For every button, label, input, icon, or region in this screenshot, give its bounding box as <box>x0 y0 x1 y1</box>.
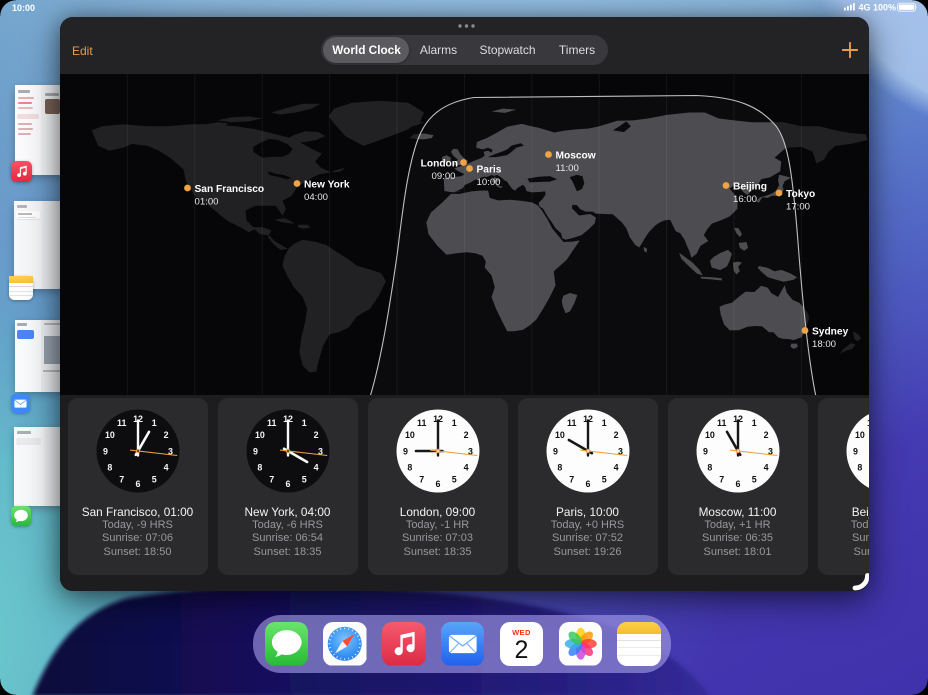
svg-text:4: 4 <box>463 463 468 473</box>
svg-text:8: 8 <box>107 463 112 473</box>
svg-text:8: 8 <box>257 463 262 473</box>
svg-text:10:00: 10:00 <box>477 177 501 188</box>
svg-text:8: 8 <box>857 463 862 473</box>
svg-text:4: 4 <box>163 463 168 473</box>
svg-text:10: 10 <box>404 430 414 440</box>
svg-text:5: 5 <box>451 474 456 484</box>
svg-text:4: 4 <box>313 463 318 473</box>
svg-text:1: 1 <box>601 418 606 428</box>
svg-text:16:00: 16:00 <box>733 194 757 205</box>
svg-text:11: 11 <box>417 418 426 428</box>
svg-text:5: 5 <box>601 474 606 484</box>
svg-text:Beijing: Beijing <box>733 182 767 193</box>
svg-text:9: 9 <box>253 446 258 456</box>
svg-text:11: 11 <box>717 418 726 428</box>
svg-text:18:00: 18:00 <box>812 339 836 350</box>
svg-text:10: 10 <box>704 430 714 440</box>
svg-text:1: 1 <box>751 418 756 428</box>
svg-text:6: 6 <box>285 479 290 489</box>
svg-text:9: 9 <box>103 446 108 456</box>
svg-text:5: 5 <box>301 474 306 484</box>
svg-text:10: 10 <box>854 430 864 440</box>
svg-text:Sydney: Sydney <box>812 327 849 338</box>
svg-text:London: London <box>421 159 458 170</box>
svg-text:100%: 100% <box>873 3 896 13</box>
svg-text:04:00: 04:00 <box>304 192 328 203</box>
svg-text:7: 7 <box>269 474 274 484</box>
svg-text:11: 11 <box>567 418 576 428</box>
svg-text:2: 2 <box>613 430 618 440</box>
svg-text:5: 5 <box>151 474 156 484</box>
svg-text:09:00: 09:00 <box>432 171 456 182</box>
svg-text:4: 4 <box>613 463 618 473</box>
svg-text:San Francisco: San Francisco <box>195 184 265 195</box>
svg-text:11: 11 <box>117 418 126 428</box>
svg-text:Moscow: Moscow <box>556 151 596 162</box>
svg-text:01:00: 01:00 <box>195 197 219 208</box>
svg-text:9: 9 <box>853 446 858 456</box>
svg-text:11:00: 11:00 <box>556 163 579 174</box>
svg-text:17:00: 17:00 <box>786 202 810 213</box>
svg-text:5: 5 <box>751 474 756 484</box>
svg-text:10: 10 <box>254 430 264 440</box>
svg-text:11: 11 <box>867 418 869 428</box>
svg-text:6: 6 <box>585 479 590 489</box>
svg-text:2: 2 <box>163 430 168 440</box>
svg-text:7: 7 <box>419 474 424 484</box>
svg-text:6: 6 <box>435 479 440 489</box>
svg-text:8: 8 <box>407 463 412 473</box>
svg-text:1: 1 <box>301 418 306 428</box>
svg-text:10: 10 <box>104 430 114 440</box>
svg-text:1: 1 <box>151 418 156 428</box>
svg-text:8: 8 <box>707 463 712 473</box>
svg-text:4: 4 <box>763 463 768 473</box>
svg-text:6: 6 <box>135 479 140 489</box>
svg-text:8: 8 <box>557 463 562 473</box>
svg-text:9: 9 <box>703 446 708 456</box>
svg-text:4G: 4G <box>859 3 871 13</box>
svg-text:Tokyo: Tokyo <box>786 189 815 200</box>
svg-text:11: 11 <box>267 418 276 428</box>
svg-text:New York: New York <box>304 180 350 191</box>
svg-text:9: 9 <box>553 446 558 456</box>
svg-text:9: 9 <box>403 446 408 456</box>
svg-text:7: 7 <box>719 474 724 484</box>
svg-text:1: 1 <box>451 418 456 428</box>
svg-text:2: 2 <box>463 430 468 440</box>
svg-text:7: 7 <box>569 474 574 484</box>
svg-text:7: 7 <box>119 474 124 484</box>
svg-text:2: 2 <box>763 430 768 440</box>
svg-text:10: 10 <box>554 430 564 440</box>
svg-text:6: 6 <box>735 479 740 489</box>
svg-text:2: 2 <box>313 430 318 440</box>
svg-text:Paris: Paris <box>477 165 502 176</box>
